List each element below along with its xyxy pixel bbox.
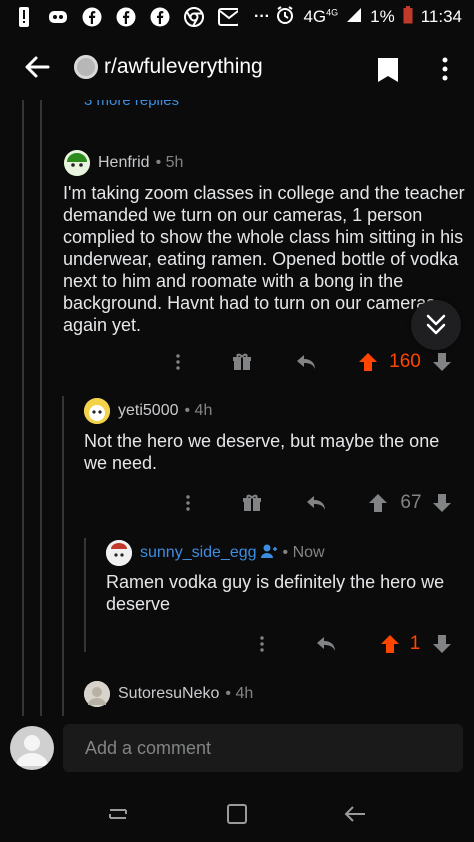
award-button[interactable] xyxy=(240,488,264,518)
more-vertical-icon xyxy=(442,57,448,81)
recent-apps-icon xyxy=(109,809,127,819)
upvote-icon xyxy=(359,353,377,371)
award-button[interactable] xyxy=(230,347,254,377)
back-nav-button[interactable] xyxy=(341,800,369,828)
comment-menu-button[interactable] xyxy=(168,347,188,377)
facebook-icon-2 xyxy=(116,7,136,27)
recent-apps-button[interactable] xyxy=(104,800,132,828)
comment-header: SutoresuNeko • 4h xyxy=(84,681,253,707)
thread-line-2[interactable] xyxy=(40,100,42,716)
comment-thread[interactable]: 3 more replies Henfrid • 5h I'm taking z… xyxy=(0,100,474,716)
avatar[interactable] xyxy=(84,681,110,707)
upvote-icon xyxy=(369,494,387,512)
facebook-icon xyxy=(82,7,102,27)
downvote-icon xyxy=(433,494,451,512)
thread-line-3[interactable] xyxy=(62,396,64,716)
avatar[interactable] xyxy=(64,150,90,176)
upvote-icon xyxy=(381,635,399,653)
upvote-button[interactable] xyxy=(356,347,380,377)
comment-composer: Add a comment xyxy=(0,716,474,786)
bookmark-icon xyxy=(378,58,398,82)
user-avatar[interactable] xyxy=(10,726,54,770)
comment-age: • 4h xyxy=(225,685,254,702)
more-vertical-icon xyxy=(186,495,190,511)
battery-icon xyxy=(403,5,413,29)
add-comment-input[interactable]: Add a comment xyxy=(63,724,463,772)
score: 67 xyxy=(400,492,422,513)
downvote-icon xyxy=(433,635,451,653)
username[interactable]: Henfrid xyxy=(98,154,150,172)
reply-icon xyxy=(317,637,335,651)
reply-icon xyxy=(297,355,315,369)
comment-header: yeti5000 • 4h xyxy=(84,398,212,424)
comment-header: Henfrid • 5h xyxy=(64,150,183,176)
comment-header: sunny_side_egg • Now xyxy=(106,540,325,566)
thread-line-4[interactable] xyxy=(84,538,86,652)
overflow-notifications-icon: ··· xyxy=(254,8,270,25)
comment-menu-button[interactable] xyxy=(252,629,272,659)
status-bar: ··· 4G4G 1% 11:34 xyxy=(0,0,474,34)
comment-actions: 67 xyxy=(170,488,460,518)
score: 160 xyxy=(389,351,421,372)
comment-body: Not the hero we deserve, but maybe the o… xyxy=(84,431,440,473)
alert-icon xyxy=(14,7,34,27)
score: 1 xyxy=(409,633,421,654)
discord-icon xyxy=(48,7,68,27)
comment-age: • 5h xyxy=(155,154,184,171)
reply-button[interactable] xyxy=(294,347,318,377)
subreddit-name[interactable]: r/awfuleverything xyxy=(104,55,263,79)
subreddit-avatar[interactable] xyxy=(74,55,98,79)
op-user-icon xyxy=(260,543,277,564)
battery-level: 1% xyxy=(370,7,395,26)
home-icon xyxy=(227,804,247,824)
comment-body: I'm taking zoom classes in college and t… xyxy=(63,183,465,335)
back-button[interactable] xyxy=(0,34,74,100)
reply-icon xyxy=(307,496,325,510)
downvote-button[interactable] xyxy=(430,488,454,518)
reply-button[interactable] xyxy=(304,488,328,518)
gift-icon xyxy=(243,494,261,511)
clock: 11:34 xyxy=(420,7,462,26)
downvote-icon xyxy=(433,353,451,371)
home-button[interactable] xyxy=(223,800,251,828)
username[interactable]: yeti5000 xyxy=(118,402,179,420)
downvote-button[interactable] xyxy=(430,347,454,377)
gmail-icon xyxy=(218,7,238,27)
more-vertical-icon xyxy=(176,354,180,370)
app-bar: r/awfuleverything xyxy=(0,34,474,100)
more-replies-link[interactable]: 3 more replies xyxy=(84,100,179,109)
network-type: 4G4G xyxy=(303,7,339,26)
comment-body: Ramen vodka guy is definitely the hero w… xyxy=(106,572,445,614)
downvote-button[interactable] xyxy=(430,629,454,659)
scroll-down-button[interactable] xyxy=(411,300,461,350)
username[interactable]: sunny_side_egg xyxy=(140,544,257,562)
chrome-icon xyxy=(184,7,204,27)
gift-icon xyxy=(233,353,251,370)
bookmark-button[interactable] xyxy=(376,57,400,88)
username[interactable]: SutoresuNeko xyxy=(118,685,219,703)
more-vertical-icon xyxy=(260,636,264,652)
comment-age: • Now xyxy=(282,544,325,561)
avatar[interactable] xyxy=(84,398,110,424)
back-icon xyxy=(344,806,365,822)
facebook-icon-3 xyxy=(150,7,170,27)
signal-icon xyxy=(346,7,362,28)
upvote-button[interactable] xyxy=(366,488,390,518)
reply-button[interactable] xyxy=(314,629,338,659)
comment-actions: 160 xyxy=(160,347,460,377)
upvote-button[interactable] xyxy=(378,629,402,659)
overflow-menu-button[interactable] xyxy=(436,56,454,87)
comment-actions: 1 xyxy=(244,629,460,659)
arrow-left-icon xyxy=(25,56,50,78)
comment-age: • 4h xyxy=(184,402,213,419)
double-chevron-down-icon xyxy=(426,314,446,335)
thread-line-1[interactable] xyxy=(22,100,24,716)
avatar[interactable] xyxy=(106,540,132,566)
alarm-icon xyxy=(275,5,295,30)
system-nav-bar xyxy=(0,786,474,842)
comment-menu-button[interactable] xyxy=(178,488,198,518)
